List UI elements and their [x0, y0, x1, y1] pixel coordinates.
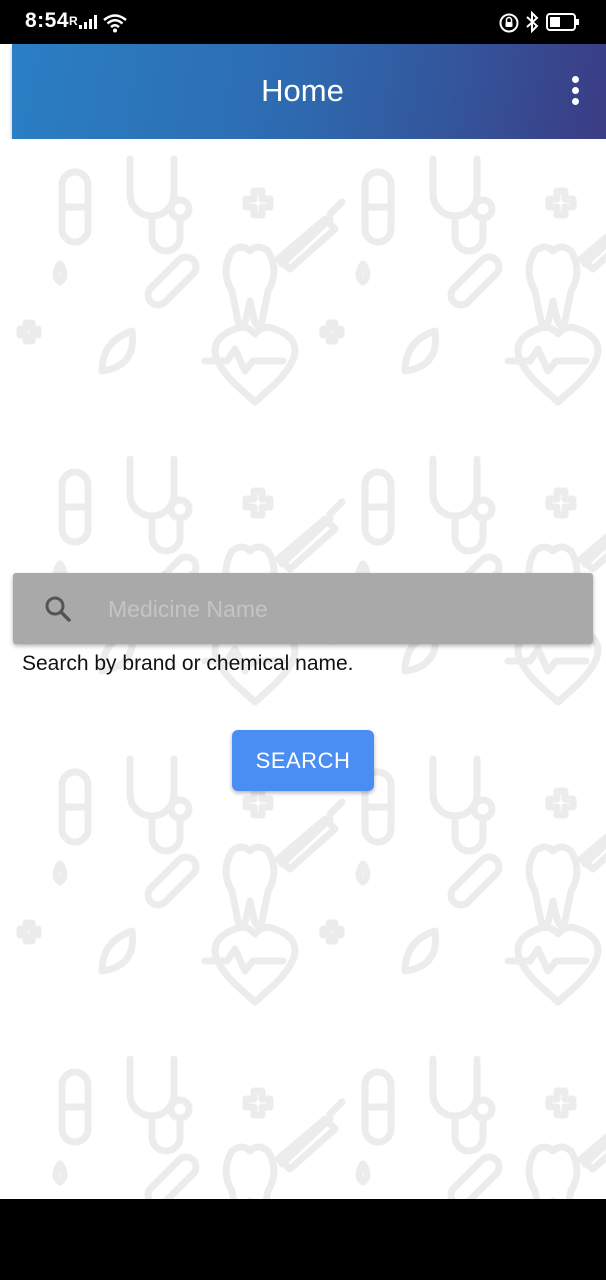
medicine-name-input[interactable] — [106, 585, 580, 633]
search-button[interactable]: SEARCH — [232, 730, 374, 791]
signal-icon — [79, 15, 97, 29]
search-hint: Search by brand or chemical name. — [22, 652, 354, 675]
status-time: 8:54 — [25, 9, 70, 32]
page-title: Home — [261, 73, 344, 108]
search-icon — [45, 596, 71, 622]
more-vert-icon-dot — [572, 98, 579, 105]
battery-icon — [546, 13, 579, 31]
status-bar: 8:54 R — [0, 0, 606, 44]
phone-screen: 8:54 R Home Medicine Name Search by bran… — [0, 0, 606, 1280]
more-options-button[interactable] — [564, 74, 588, 108]
search-field[interactable] — [13, 573, 593, 644]
app-bar: Home — [0, 44, 606, 139]
navigation-bar-area — [0, 1199, 606, 1280]
wifi-icon — [103, 14, 127, 33]
bluetooth-icon — [526, 11, 539, 33]
carrier-indicator: R — [69, 14, 78, 28]
app-bar-toolbar: Home — [12, 44, 606, 139]
home-content: Search by brand or chemical name. SEARCH — [0, 139, 606, 1199]
more-vert-icon-dot — [572, 87, 579, 94]
more-vert-icon — [572, 76, 579, 83]
alarm-icon — [499, 13, 519, 33]
